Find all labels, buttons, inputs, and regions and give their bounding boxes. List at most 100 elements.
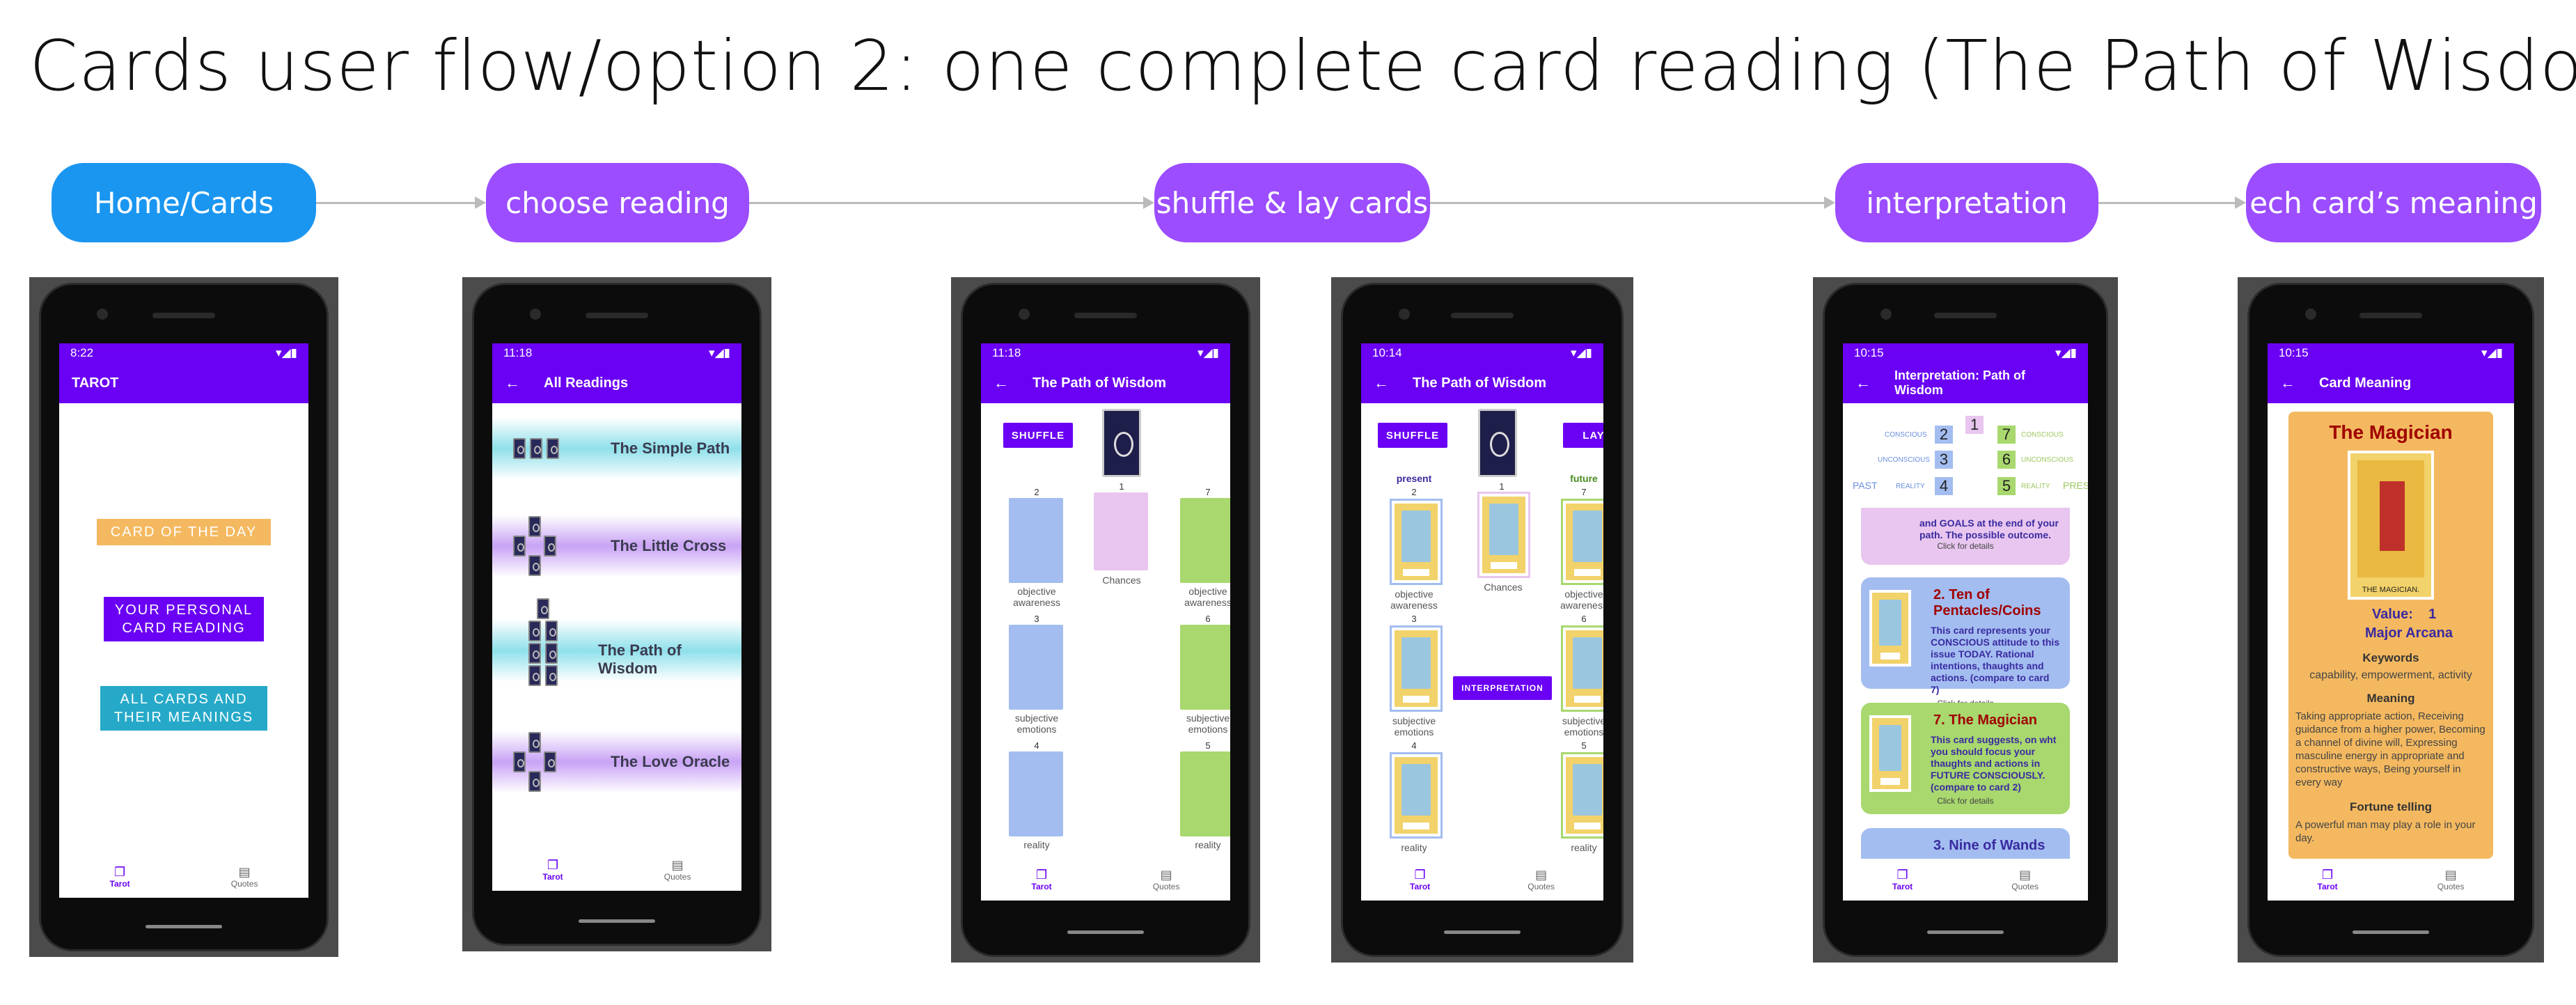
value-number: 1: [2428, 607, 2437, 622]
tarot-card-5[interactable]: [1563, 754, 1603, 836]
arrow-icon: [1824, 196, 1835, 209]
app-bar: ← All Readings: [492, 363, 741, 403]
nav-quotes[interactable]: ▤ Quotes: [2011, 868, 2039, 891]
interpretation-card-0[interactable]: and GOALS at the end of your path. The p…: [1861, 508, 2070, 565]
tarot-card-2[interactable]: [1392, 501, 1440, 583]
slot-caption: objective awareness: [1013, 586, 1060, 608]
phone-card-meaning: 10:15 ▾◢▮ ← Card Meaning The Magician THE …: [2238, 277, 2544, 963]
clock: 10:15: [2279, 346, 2309, 359]
nav-tarot[interactable]: ❐ Tarot: [543, 858, 563, 882]
grid-box: 6: [1997, 451, 2016, 469]
slot-caption: Chances: [1484, 582, 1523, 593]
lay-button[interactable]: LAY: [1563, 423, 1603, 448]
tarot-card-6[interactable]: [1563, 628, 1603, 710]
interpretation-button[interactable]: INTERPRETATION: [1453, 676, 1552, 700]
interpretation-card-3[interactable]: 3. Nine of Wands: [1861, 828, 2070, 859]
card-text: and GOALS at the end of your path. The p…: [1919, 517, 2059, 540]
app-bar: ← Card Meaning: [2268, 363, 2514, 403]
nav-tarot[interactable]: ❐ Tarot: [1410, 868, 1430, 891]
back-arrow-icon[interactable]: ←: [505, 374, 520, 392]
interpretation-screen: 10:15 ▾◢▮ ← Interpretation: Path of Wisdom…: [1843, 343, 2088, 901]
home-indicator: [1444, 930, 1521, 934]
reading-simple-path[interactable]: The Simple Path: [492, 417, 741, 480]
status-icons: ▾◢▮: [2055, 346, 2077, 359]
status-icons: ▾◢▮: [276, 346, 297, 359]
grid-label: CONSCIOUS: [2021, 431, 2064, 439]
step-interpretation: interpretation: [1835, 163, 2098, 242]
card-slot-7: [1180, 498, 1230, 583]
reading-love-oracle[interactable]: The Love Oracle: [492, 731, 741, 793]
position-number: 7: [1581, 487, 1587, 497]
position-number: 6: [1205, 614, 1211, 624]
nav-quotes[interactable]: ▤ Quotes: [2437, 868, 2465, 891]
bottom-nav: ❐ Tarot ▤ Quotes: [981, 859, 1230, 901]
status-icons: ▾◢▮: [1197, 346, 1219, 359]
cards-icon: ❐: [1414, 868, 1426, 882]
present-label: present: [1396, 473, 1432, 484]
arrow-icon: [475, 196, 486, 209]
shuffle-button[interactable]: SHUFFLE: [1003, 423, 1073, 448]
card-title: The Magician: [2329, 421, 2453, 443]
reading-little-cross[interactable]: The Little Cross: [492, 515, 741, 577]
nav-tarot[interactable]: ❐ Tarot: [2318, 868, 2338, 891]
interpretation-card-7[interactable]: 7. The Magician This card suggests, on w…: [1861, 703, 2070, 814]
tarot-card-7[interactable]: [1563, 501, 1603, 583]
slot-caption: Chances: [1102, 575, 1141, 586]
card-text: This card suggests, on wht you should fo…: [1931, 734, 2057, 793]
personal-reading-button[interactable]: YOUR PERSONAL CARD READING: [104, 597, 264, 641]
nav-quotes[interactable]: ▤ Quotes: [1153, 868, 1180, 891]
bottom-nav: ❐ Tarot ▤ Quotes: [492, 849, 741, 891]
nav-quotes[interactable]: ▤ Quotes: [1527, 868, 1555, 891]
card-number: 3.: [1933, 838, 1945, 853]
nav-label: Quotes: [1152, 882, 1180, 891]
details-link[interactable]: Click for details: [1871, 796, 2060, 806]
tarot-card-4[interactable]: [1392, 754, 1440, 836]
position-number: 4: [1411, 740, 1417, 751]
nav-tarot[interactable]: ❐ Tarot: [1892, 868, 1913, 891]
home-screen: 8:22 ▾◢▮ TAROT CARD OF THE DAY YOUR PERSO…: [59, 343, 308, 898]
arcana-label: Major Arcana: [2365, 625, 2453, 641]
quote-icon: ▤: [2019, 868, 2032, 882]
card-name: Ten of Pentacles/Coins: [1933, 587, 2041, 618]
slot-caption: subjective emotions: [1014, 712, 1059, 735]
card-text: This card represents your CONSCIOUS atti…: [1931, 625, 2060, 695]
card-name: The Magician: [1949, 712, 2037, 728]
position-number: 3: [1034, 614, 1039, 624]
details-link[interactable]: Click for details: [1871, 541, 2060, 551]
arrow-icon: [1143, 196, 1154, 209]
position-number: 3: [1411, 614, 1417, 624]
grid-label: UNCONSCIOUS: [1878, 456, 1931, 464]
clock: 11:18: [992, 346, 1021, 359]
nav-quotes[interactable]: ▤ Quotes: [231, 865, 258, 889]
phone-home: 8:22 ▾◢▮ TAROT CARD OF THE DAY YOUR PERSO…: [29, 277, 338, 957]
cards-icon: ❐: [1036, 868, 1048, 882]
back-arrow-icon[interactable]: ←: [2280, 374, 2295, 392]
grid-label: REALITY: [2021, 483, 2050, 490]
position-number: 6: [1581, 614, 1587, 624]
card-deck[interactable]: [1102, 409, 1141, 477]
card-caption: THE MAGICIAN.: [2362, 586, 2420, 594]
tarot-card-3[interactable]: [1392, 628, 1440, 710]
back-arrow-icon[interactable]: ←: [1374, 374, 1389, 392]
connector: [1430, 202, 1824, 204]
interpretation-card-2[interactable]: 2. Ten of Pentacles/Coins This card repr…: [1861, 577, 2070, 708]
status-icons: ▾◢▮: [2481, 346, 2503, 359]
bottom-nav: ❐ Tarot ▤ Quotes: [1843, 859, 2088, 901]
step-choose-reading: choose reading: [486, 163, 749, 242]
app-bar: ← Interpretation: Path of Wisdom: [1843, 363, 2088, 403]
phone-readings: 11:18 ▾◢▮ ← All Readings The Simple Path T…: [462, 277, 771, 951]
nav-tarot[interactable]: ❐ Tarot: [1032, 868, 1052, 891]
shuffle-button[interactable]: SHUFFLE: [1378, 423, 1447, 448]
card-of-the-day-button[interactable]: CARD OF THE DAY: [97, 519, 271, 545]
tarot-card-1[interactable]: [1479, 494, 1528, 576]
home-indicator: [1067, 930, 1144, 934]
nav-quotes[interactable]: ▤ Quotes: [664, 858, 691, 882]
back-arrow-icon[interactable]: ←: [994, 374, 1009, 392]
slot-caption: subjective emotions: [1392, 715, 1436, 738]
reading-path-of-wisdom[interactable]: The Path of Wisdom: [492, 598, 741, 686]
back-arrow-icon[interactable]: ←: [1855, 374, 1871, 392]
connector: [749, 202, 1143, 204]
nav-tarot[interactable]: ❐ Tarot: [110, 865, 130, 889]
clock: 10:15: [1854, 346, 1884, 359]
all-cards-button[interactable]: ALL CARDS AND THEIR MEANINGS: [100, 686, 267, 731]
